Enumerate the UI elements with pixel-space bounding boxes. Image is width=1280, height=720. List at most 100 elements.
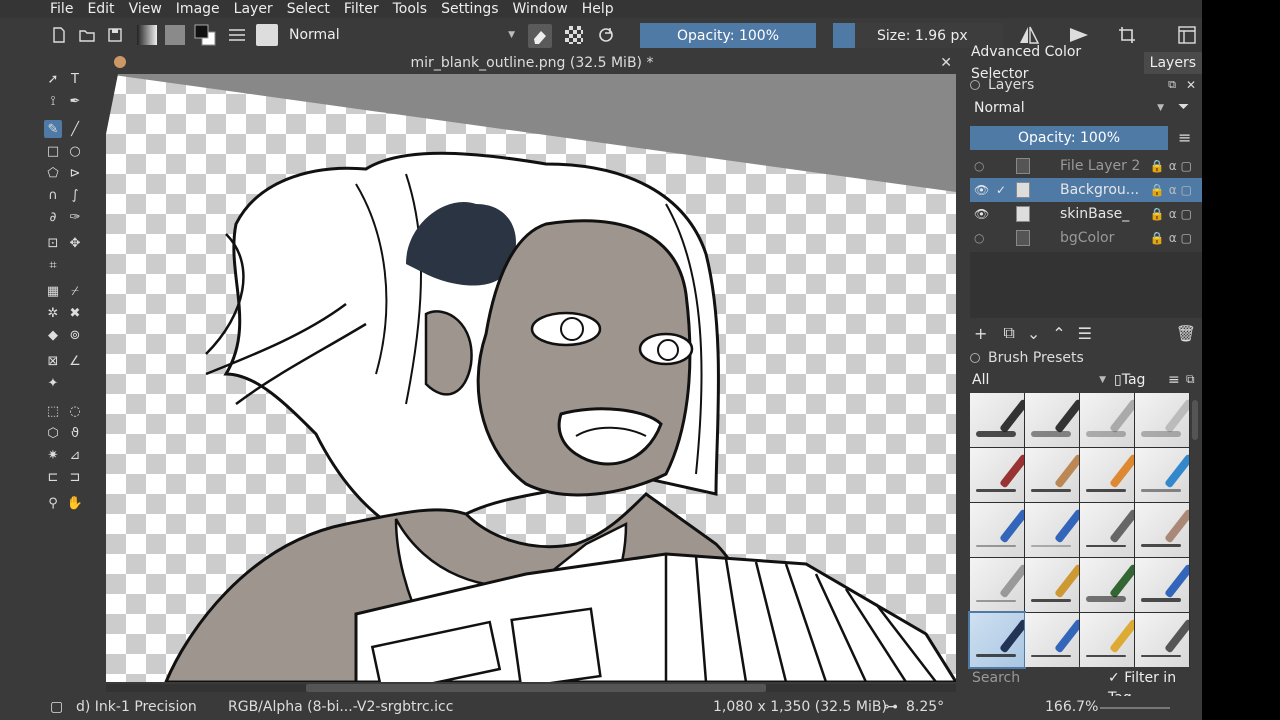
layer-row[interactable]: 👁 skinBase_ 🔒α▢ (970, 202, 1202, 226)
new-document-icon[interactable] (48, 23, 70, 47)
rectangle-tool-icon[interactable]: □ (44, 142, 62, 160)
gradient-tool-icon[interactable]: ▦ (44, 282, 62, 300)
crop-tool-icon[interactable]: ⌗ (44, 256, 62, 274)
float-icon[interactable]: ⧉ (1168, 78, 1176, 92)
document-tab[interactable]: mir_blank_outline.png (32.5 MiB) * ✕ (106, 52, 958, 74)
transform-tool-icon[interactable]: ⊡ (44, 234, 62, 252)
contiguous-selection-tool-icon[interactable]: ✷ (44, 446, 62, 464)
line-tool-icon[interactable]: ╱ (66, 120, 84, 138)
layer-flags-icon[interactable]: 🔒α▢ (1150, 231, 1196, 245)
brush-preset[interactable] (1080, 558, 1134, 612)
filter-icon[interactable]: ⏷ (1178, 99, 1189, 115)
reload-preset-icon[interactable] (595, 23, 617, 47)
duplicate-layer-icon[interactable]: ⧉ (1003, 323, 1014, 343)
preset-search-input[interactable]: Search (970, 668, 1104, 688)
select-shapes-tool-icon[interactable]: ➚ (44, 70, 62, 88)
measure-tool-icon[interactable]: ∠ (66, 352, 84, 370)
brush-preset-icon[interactable] (256, 23, 278, 47)
eraser-mode-button[interactable] (528, 24, 552, 48)
close-icon[interactable]: ✕ (1186, 78, 1196, 92)
panel-lock-icon[interactable] (970, 80, 980, 90)
multibrush-tool-icon[interactable]: ✑ (66, 208, 84, 226)
enclose-fill-tool-icon[interactable]: ⊚ (66, 326, 84, 344)
color-picker-tool-icon[interactable]: ⌿ (66, 282, 84, 300)
menu-select[interactable]: Select (287, 0, 330, 18)
workspace-icon[interactable] (1176, 23, 1198, 47)
filter-in-tag-checkbox[interactable]: ✓ Filter in Tag (1108, 668, 1202, 706)
layer-flags-icon[interactable]: 🔒α▢ (1150, 207, 1196, 221)
brush-preset[interactable] (1135, 613, 1189, 667)
visibility-off-icon[interactable]: ○ (974, 159, 984, 173)
pattern-preset-icon[interactable] (164, 23, 186, 47)
brush-preset[interactable] (970, 393, 1024, 447)
preserve-alpha-icon[interactable] (563, 23, 585, 47)
menu-layer[interactable]: Layer (234, 0, 273, 18)
brush-preset[interactable] (1080, 393, 1134, 447)
polygonal-selection-tool-icon[interactable]: ⬡ (44, 424, 62, 442)
zoom-slider[interactable] (1100, 707, 1170, 709)
brush-preset[interactable] (1025, 613, 1079, 667)
menu-window[interactable]: Window (513, 0, 568, 18)
colorize-mask-tool-icon[interactable]: ✖ (66, 304, 84, 322)
freehand-path-tool-icon[interactable]: ∫ (66, 186, 84, 204)
presets-scrollbar[interactable] (1192, 400, 1198, 440)
brush-preset[interactable] (970, 503, 1024, 557)
brush-preset-selected[interactable] (968, 611, 1026, 669)
fill-tool-icon[interactable]: ◆ (44, 326, 62, 344)
menu-filter[interactable]: Filter (344, 0, 379, 18)
ellipse-tool-icon[interactable]: ○ (66, 142, 84, 160)
brush-preset[interactable] (1025, 448, 1079, 502)
blend-mode-select[interactable]: Normal ▼ (284, 24, 520, 46)
color-swatch-icon[interactable] (194, 23, 216, 47)
move-layer-up-icon[interactable]: ⌃ (1052, 324, 1065, 343)
scrollbar-thumb[interactable] (306, 684, 766, 692)
layer-properties-icon[interactable]: ☰ (1078, 324, 1092, 343)
rotation-icon[interactable]: ⊶ (884, 699, 898, 715)
preset-filter-select[interactable]: All ▼ (970, 369, 1110, 391)
eye-icon[interactable]: 👁 (974, 207, 989, 221)
check-icon[interactable]: ✓ (996, 183, 1006, 197)
gradient-preset-icon[interactable] (136, 23, 158, 47)
canvas[interactable] (106, 74, 956, 682)
brush-preset[interactable] (1025, 393, 1079, 447)
panel-lock-icon[interactable] (970, 353, 980, 363)
add-layer-icon[interactable]: + (974, 324, 987, 343)
rectangular-selection-tool-icon[interactable]: ⬚ (44, 402, 62, 420)
text-tool-icon[interactable]: T (66, 70, 84, 88)
brush-preset[interactable] (970, 558, 1024, 612)
layer-row[interactable]: ○ bgColor 🔒α▢ (970, 226, 1202, 250)
freehand-brush-tool-icon[interactable]: ✎ (44, 120, 62, 138)
menu-edit[interactable]: Edit (87, 0, 114, 18)
elliptical-selection-tool-icon[interactable]: ◌ (66, 402, 84, 420)
brush-preset[interactable] (1135, 448, 1189, 502)
pan-tool-icon[interactable]: ✋ (66, 494, 84, 512)
layers-blend-mode-select[interactable]: Normal ▼ (970, 97, 1168, 119)
brush-preset[interactable] (1135, 503, 1189, 557)
menu-view[interactable]: View (129, 0, 162, 18)
layer-row[interactable]: ○ File Layer 2 🔒α▢ (970, 154, 1202, 178)
bezier-selection-tool-icon[interactable]: ⊏ (44, 468, 62, 486)
freehand-selection-tool-icon[interactable]: ϑ (66, 424, 84, 442)
brush-preset[interactable] (1080, 503, 1134, 557)
brush-preset[interactable] (1080, 448, 1134, 502)
move-tool-icon[interactable]: ✥ (66, 234, 84, 252)
brush-preset[interactable] (1135, 393, 1189, 447)
eye-icon[interactable]: 👁 (974, 183, 989, 197)
assistant-tool-icon[interactable]: ⊠ (44, 352, 62, 370)
layer-flags-icon[interactable]: 🔒α▢ (1150, 159, 1196, 173)
menu-help[interactable]: Help (582, 0, 614, 18)
zoom-tool-icon[interactable]: ⚲ (44, 494, 62, 512)
save-icon[interactable] (104, 23, 126, 47)
tab-layers[interactable]: Layers (1143, 52, 1202, 74)
move-layer-down-icon[interactable]: ⌄ (1027, 324, 1040, 343)
hamburger-menu-icon[interactable]: ≡ (1178, 128, 1191, 147)
opacity-slider[interactable]: Opacity: 100% (640, 23, 816, 48)
menu-file[interactable]: File (50, 0, 73, 18)
dynamic-brush-tool-icon[interactable]: ∂ (44, 208, 62, 226)
menu-image[interactable]: Image (176, 0, 220, 18)
brush-preset[interactable] (1135, 558, 1189, 612)
float-icon[interactable]: ⧉ (1186, 372, 1195, 387)
brush-status-icon[interactable]: ▢ (50, 699, 63, 715)
brush-preset[interactable] (1025, 503, 1079, 557)
menu-settings[interactable]: Settings (441, 0, 498, 18)
